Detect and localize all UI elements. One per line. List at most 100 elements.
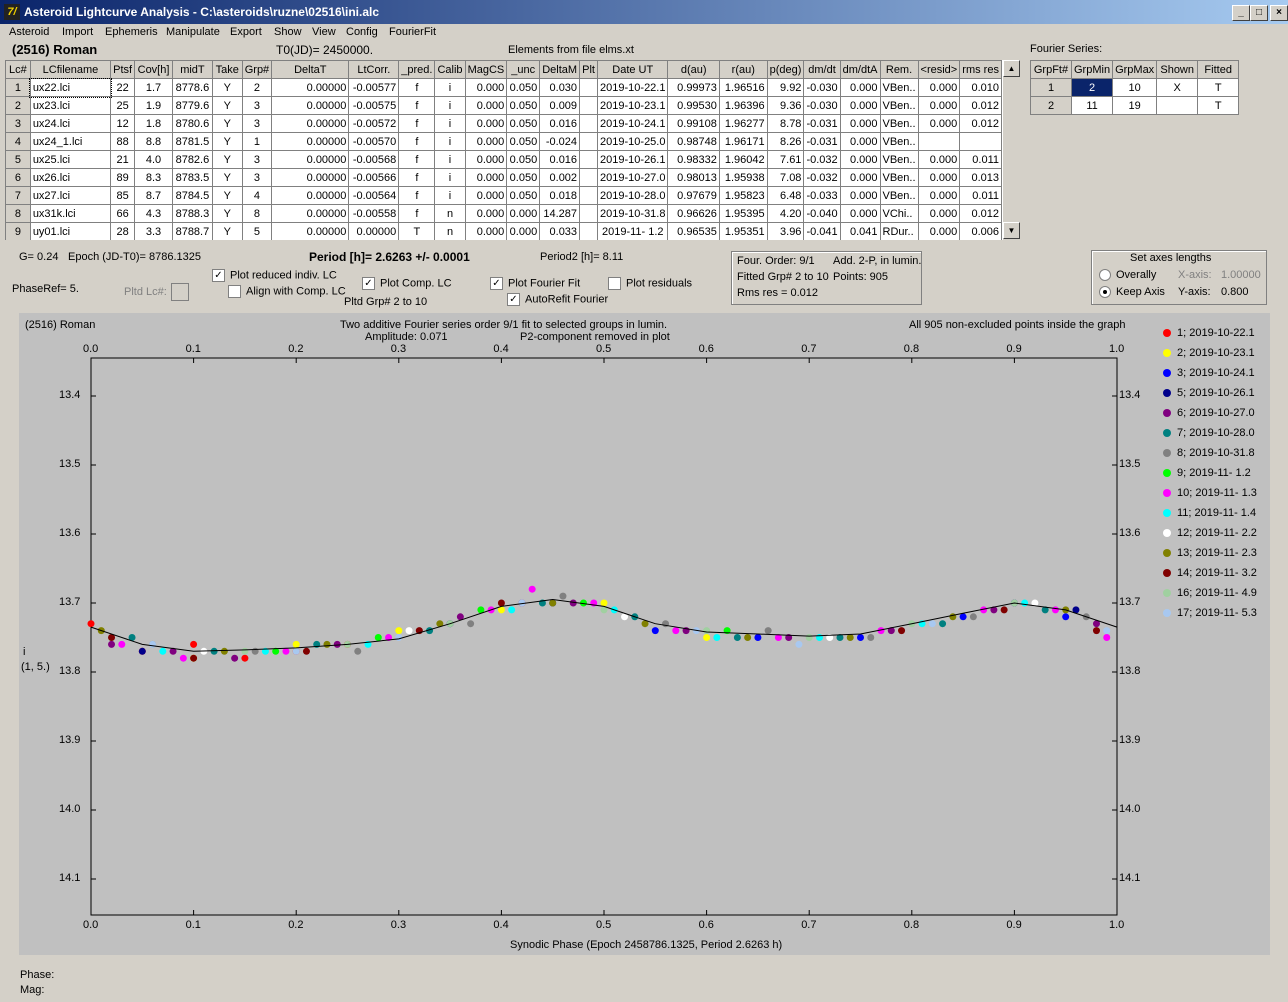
lc-table-cell[interactable] [579, 186, 599, 205]
lc-table-cell[interactable]: 0.00000 [271, 114, 350, 133]
lc-table-cell[interactable]: -0.033 [803, 186, 841, 205]
lc-table-cell[interactable]: 0.99530 [667, 96, 720, 115]
menu-import[interactable]: Import [62, 26, 93, 38]
lc-table-cell[interactable]: 3 [241, 168, 273, 187]
lc-table-cell[interactable]: VChi.. [879, 204, 919, 223]
lc-table-cell[interactable]: Y [211, 204, 243, 223]
lc-table-cell[interactable]: -0.032 [803, 168, 841, 187]
lc-table-cell[interactable]: 0.009 [539, 96, 581, 115]
lc-table-cell[interactable]: 0.000 [464, 96, 508, 115]
lc-table-cell[interactable]: 0.018 [539, 186, 581, 205]
lc-table-cell[interactable]: 8 [241, 204, 273, 223]
xaxis-value[interactable]: 1.00000 [1221, 269, 1261, 281]
lc-table-cell[interactable]: 0.012 [959, 114, 1002, 133]
lc-table-cell[interactable]: 2019-10-26.1 [597, 150, 669, 169]
lc-table-cell[interactable]: 0.000 [917, 204, 961, 223]
lc-table-cell[interactable]: 0.050 [506, 114, 541, 133]
lc-table-cell[interactable]: -0.031 [803, 132, 841, 151]
menu-config[interactable]: Config [346, 26, 378, 38]
lc-table-cell[interactable]: -0.030 [803, 78, 841, 97]
lc-table-cell[interactable]: 0.041 [839, 222, 881, 240]
lc-table-cell[interactable]: 22 [110, 78, 136, 97]
lc-table-cell[interactable]: VBen.. [879, 168, 919, 187]
lc-column-header[interactable]: rms res [959, 60, 1002, 79]
fourier-table-cell[interactable]: 10 [1112, 78, 1158, 97]
lc-table-cell[interactable]: 0.033 [539, 222, 581, 240]
lc-table-cell[interactable]: Y [211, 222, 243, 240]
lc-table-cell[interactable]: 12 [110, 114, 136, 133]
lc-table-cell[interactable]: 85 [110, 186, 136, 205]
lc-table-cell[interactable]: 0.030 [539, 78, 581, 97]
menu-asteroid[interactable]: Asteroid [9, 26, 49, 38]
lc-table-cell[interactable]: 7 [5, 186, 31, 205]
lightcurve-plot[interactable]: (2516) Roman Two additive Fourier series… [19, 313, 1270, 955]
lc-table-cell[interactable]: 0.000 [464, 132, 508, 151]
fourier-column-header[interactable]: Fitted [1197, 60, 1240, 79]
yaxis-value[interactable]: 0.800 [1221, 286, 1249, 298]
lc-table-cell[interactable]: 0.002 [539, 168, 581, 187]
lc-column-header[interactable]: d(au) [667, 60, 720, 79]
lc-table-cell[interactable] [579, 222, 599, 240]
close-button[interactable]: × [1270, 5, 1288, 21]
lc-table-row[interactable]: 5 ux25.lci 21 4.0 8782.6 Y 3 0.00000 -0.00568 f i 0… [5, 150, 1002, 169]
fourier-table-cell[interactable]: 19 [1112, 96, 1158, 115]
lc-column-header[interactable]: Plt [579, 60, 599, 79]
fourier-table-cell[interactable]: T [1197, 96, 1240, 115]
lc-table-cell[interactable]: 8779.6 [171, 96, 213, 115]
lc-table-cell[interactable]: RDur.. [879, 222, 919, 240]
lc-table-cell[interactable]: 0.96626 [667, 204, 720, 223]
lc-table-cell[interactable]: 28 [110, 222, 136, 240]
lc-table-cell[interactable]: 0.98748 [667, 132, 720, 151]
lc-table-row[interactable]: 3 ux24.lci 12 1.8 8780.6 Y 3 0.00000 -0.00572 f i 0… [5, 114, 1002, 133]
lc-table-cell[interactable]: 0.000 [839, 114, 881, 133]
menu-view[interactable]: View [312, 26, 336, 38]
lc-table-cell[interactable]: -0.00564 [348, 186, 400, 205]
lc-table-cell[interactable]: 2 [241, 78, 273, 97]
lc-table-cell[interactable]: ux27.lci [29, 186, 112, 205]
lc-table-cell[interactable]: ux31k.lci [29, 204, 112, 223]
plot-residuals-checkbox[interactable]: Plot residuals [608, 277, 692, 290]
lc-table-cell[interactable]: 0.050 [506, 132, 541, 151]
lc-table-cell[interactable]: 0.000 [464, 168, 508, 187]
lc-column-header[interactable]: r(au) [718, 60, 768, 79]
lc-column-header[interactable]: MagCS [464, 60, 508, 79]
lc-table-scrollbar[interactable]: ▲ ▼ [1002, 60, 1020, 240]
lc-table-cell[interactable]: 0.050 [506, 168, 541, 187]
lc-table-cell[interactable]: 0.96535 [667, 222, 720, 240]
lc-column-header[interactable]: p(deg) [766, 60, 805, 79]
lc-column-header[interactable]: Date UT [597, 60, 669, 79]
lc-table-cell[interactable]: -0.00570 [348, 132, 400, 151]
lc-table-cell[interactable]: 0.000 [839, 204, 881, 223]
lc-table-cell[interactable] [579, 132, 599, 151]
lc-table-cell[interactable]: 2019-10-27.0 [597, 168, 669, 187]
lc-table-cell[interactable]: i [434, 96, 466, 115]
lc-table-cell[interactable]: 4 [5, 132, 31, 151]
fourier-table-row[interactable]: 1 2 10 X T [1030, 78, 1240, 97]
lc-column-header[interactable]: _unc [506, 60, 541, 79]
align-comp-checkbox[interactable]: Align with Comp. LC [228, 285, 346, 298]
lc-table-cell[interactable]: 0.000 [464, 78, 508, 97]
fourier-table-cell[interactable]: X [1156, 78, 1199, 97]
lc-table-cell[interactable] [579, 96, 599, 115]
lc-table-cell[interactable]: 0.010 [959, 78, 1002, 97]
lc-table-cell[interactable]: -0.00568 [348, 150, 400, 169]
lc-table-cell[interactable]: 0.000 [917, 222, 961, 240]
lc-column-header[interactable]: Grp# [241, 60, 273, 79]
lc-table-cell[interactable]: 0.000 [917, 114, 961, 133]
lc-table-cell[interactable]: 0.012 [959, 204, 1002, 223]
fourier-column-header[interactable]: Shown [1156, 60, 1199, 79]
fourier-table-cell[interactable]: 2 [1070, 78, 1114, 97]
lc-table-cell[interactable]: 8778.6 [171, 78, 213, 97]
plot-reduced-checkbox[interactable]: ✓ Plot reduced indiv. LC [212, 269, 337, 282]
lc-column-header[interactable]: Lc# [5, 60, 31, 79]
lc-table-cell[interactable]: 8788.3 [171, 204, 213, 223]
lc-table-cell[interactable]: 0.00000 [271, 132, 350, 151]
minimize-button[interactable]: _ [1232, 5, 1250, 21]
lc-table-row[interactable]: 6 ux26.lci 89 8.3 8783.5 Y 3 0.00000 -0.00566 f i 0… [5, 168, 1002, 187]
lc-table-cell[interactable]: f [398, 78, 436, 97]
lc-column-header[interactable]: Take [211, 60, 243, 79]
plot-comp-checkbox[interactable]: ✓ Plot Comp. LC [362, 277, 452, 290]
lc-table-cell[interactable]: Y [211, 96, 243, 115]
lc-table-cell[interactable]: 8.8 [134, 132, 173, 151]
lc-table-cell[interactable]: 1.96171 [718, 132, 768, 151]
